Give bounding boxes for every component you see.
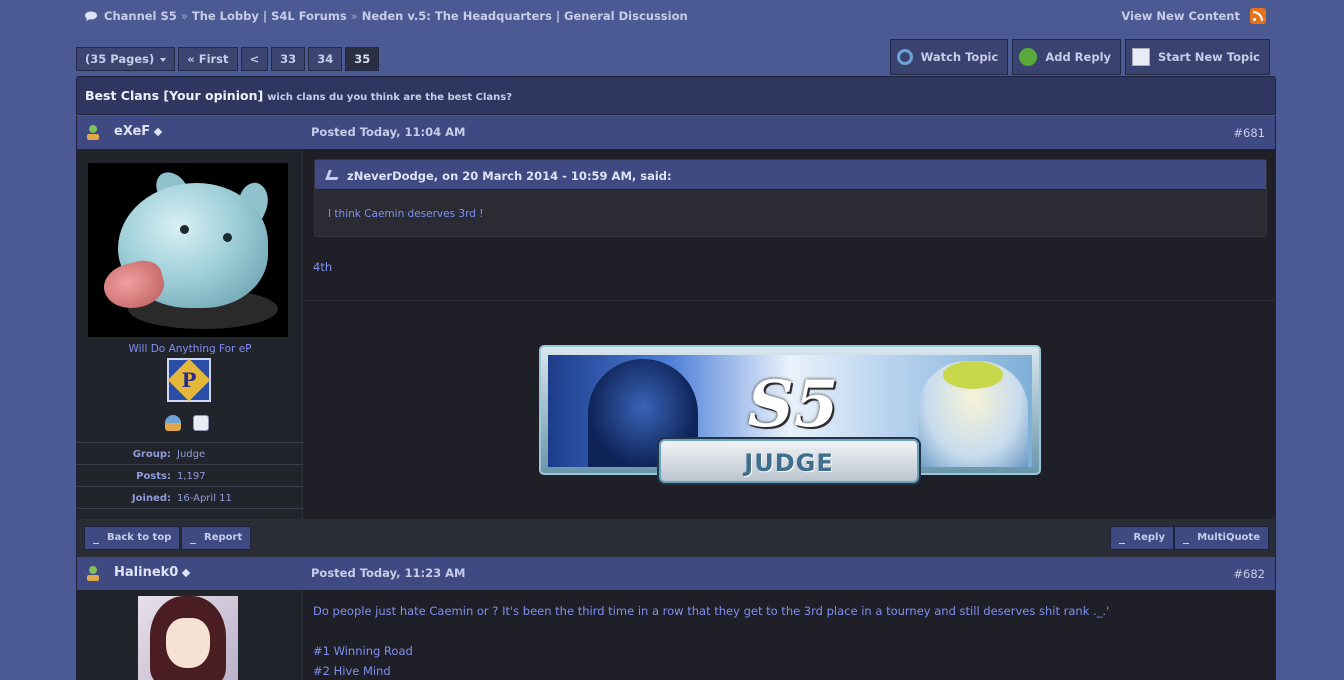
breadcrumb-home[interactable]: Channel S5 xyxy=(104,9,177,23)
post-content: zNeverDodge, on 20 March 2014 - 10:59 AM… xyxy=(304,149,1275,519)
quote-block: zNeverDodge, on 20 March 2014 - 10:59 AM… xyxy=(314,159,1267,237)
page-34-button[interactable]: 34 xyxy=(308,47,343,71)
post-author-name: Halinek0 xyxy=(114,565,179,580)
view-new-content-link[interactable]: View New Content xyxy=(1121,9,1240,23)
pages-dropdown[interactable]: (35 Pages) xyxy=(76,47,176,71)
quote-text: I think Caemin deserves 3rd ! xyxy=(328,208,484,220)
watch-topic-button[interactable]: Watch Topic xyxy=(889,39,1009,75)
pagination: (35 Pages) « First < 33 34 35 xyxy=(76,47,380,71)
chat-bubble-icon xyxy=(85,11,97,21)
page-33-button[interactable]: 33 xyxy=(271,47,306,71)
post-body: Will Do Anything For eP P Group: Judge P… xyxy=(76,149,1276,519)
watch-topic-label: Watch Topic xyxy=(920,50,999,64)
rank-badge-letter: P xyxy=(181,368,197,392)
back-to-top-button[interactable]: Back to top xyxy=(84,526,181,550)
avatar-eye-shape xyxy=(180,225,189,234)
avatar[interactable] xyxy=(88,163,288,337)
info-row-joined: Joined: 16-April 11 xyxy=(77,486,303,508)
topic-header: Best Clans [Your opinion] wich clans du y… xyxy=(76,76,1276,115)
post-date: Posted Today, 11:04 AM xyxy=(311,125,466,139)
info-row-divider xyxy=(77,508,303,519)
post-date: Posted Today, 11:23 AM xyxy=(311,566,466,580)
post-content: Do people just hate Caemin or ? It's bee… xyxy=(304,590,1275,680)
post-header: Halinek0 Posted Today, 11:23 AM #682 xyxy=(76,557,1276,590)
current-page-indicator: 35 xyxy=(345,47,380,71)
profile-icon[interactable] xyxy=(165,415,181,431)
reply-button[interactable]: Reply xyxy=(1110,526,1174,550)
author-panel xyxy=(77,590,303,680)
user-icon xyxy=(87,566,99,581)
post-text: 4th xyxy=(313,260,333,274)
info-key: Group: xyxy=(132,449,171,460)
topic-title: Best Clans [Your opinion] wich clans du y… xyxy=(85,88,512,103)
start-new-topic-label: Start New Topic xyxy=(1158,50,1260,64)
post-text: #2 Hive Mind xyxy=(313,664,391,678)
new-document-icon xyxy=(1132,48,1151,66)
author-actions xyxy=(165,415,209,431)
rss-icon[interactable] xyxy=(1250,8,1266,24)
author-panel: Will Do Anything For eP P Group: Judge P… xyxy=(77,149,303,519)
multiquote-button[interactable]: MultiQuote xyxy=(1174,526,1269,550)
breadcrumb-forum[interactable]: Neden v.5: The Headquarters | General Di… xyxy=(362,9,688,23)
signature-plate-text: JUDGE xyxy=(744,449,834,477)
quote-arrow-icon[interactable] xyxy=(325,170,341,180)
post-body: Do people just hate Caemin or ? It's bee… xyxy=(76,590,1276,680)
breadcrumb-separator: » xyxy=(350,9,358,23)
topic-actions: Watch Topic Add Reply Start New Topic xyxy=(889,39,1270,75)
prev-page-button[interactable]: < xyxy=(240,47,269,71)
quote-header: zNeverDodge, on 20 March 2014 - 10:59 AM… xyxy=(315,160,1266,190)
avatar[interactable] xyxy=(138,596,238,680)
first-page-button[interactable]: « First xyxy=(178,47,238,71)
post-number-link[interactable]: #682 xyxy=(1233,567,1265,581)
start-new-topic-button[interactable]: Start New Topic xyxy=(1125,39,1270,75)
breadcrumb-separator: » xyxy=(180,9,188,23)
mail-icon[interactable] xyxy=(193,415,209,431)
info-key: Joined: xyxy=(131,493,171,504)
broadcast-icon xyxy=(896,49,913,65)
quote-citation: zNeverDodge, on 20 March 2014 - 10:59 AM… xyxy=(347,169,672,183)
post-text: Do people just hate Caemin or ? It's bee… xyxy=(313,604,1110,618)
signature-hat-shape xyxy=(943,361,1003,389)
info-row-group: Group: Judge xyxy=(77,442,303,464)
chevron-down-icon xyxy=(160,57,167,62)
topic-title-text: Best Clans [Your opinion] xyxy=(85,88,264,103)
post-header: eXeF Posted Today, 11:04 AM #681 xyxy=(76,116,1276,149)
pencil-icon xyxy=(153,127,163,136)
add-reply-label: Add Reply xyxy=(1045,50,1112,64)
post-author[interactable]: Halinek0 xyxy=(114,565,191,580)
breadcrumb: Channel S5 » The Lobby | S4L Forums » Ne… xyxy=(84,9,688,23)
top-bar: Channel S5 » The Lobby | S4L Forums » Ne… xyxy=(0,0,1344,34)
pages-dropdown-label: (35 Pages) xyxy=(85,52,155,66)
signature-banner: S5 JUDGE xyxy=(539,345,1041,485)
breadcrumb-lobby[interactable]: The Lobby | S4L Forums xyxy=(192,9,347,23)
add-reply-button[interactable]: Add Reply xyxy=(1012,39,1122,75)
reply-arrow-icon xyxy=(1019,48,1038,66)
post-footer: Back to top Report Reply MultiQuote xyxy=(76,519,1276,557)
topic-description: wich clans du you think are the best Cla… xyxy=(267,92,513,103)
info-key: Posts: xyxy=(136,471,171,482)
info-row-posts: Posts: 1,197 xyxy=(77,464,303,486)
report-button[interactable]: Report xyxy=(181,526,252,550)
info-value: Judge xyxy=(177,449,206,460)
avatar-eye-shape xyxy=(223,233,232,242)
user-icon xyxy=(87,125,99,140)
post-text: #1 Winning Road xyxy=(313,644,413,658)
top-right-links: View New Content xyxy=(1121,8,1266,24)
info-value: 16-April 11 xyxy=(177,493,232,504)
pencil-icon xyxy=(182,568,191,577)
post-number-link[interactable]: #681 xyxy=(1233,126,1265,140)
signature-divider xyxy=(304,300,1275,301)
info-value: 1,197 xyxy=(177,471,206,482)
post-author[interactable]: eXeF xyxy=(114,124,163,139)
signature-logo: S5 xyxy=(747,367,839,442)
avatar-face-shape xyxy=(166,618,210,668)
signature-plate: JUDGE xyxy=(659,439,919,483)
rank-badge-icon: P xyxy=(167,358,211,402)
post-author-name: eXeF xyxy=(114,124,151,139)
user-title: Will Do Anything For eP xyxy=(128,343,252,355)
signature-character-right xyxy=(918,361,1028,467)
